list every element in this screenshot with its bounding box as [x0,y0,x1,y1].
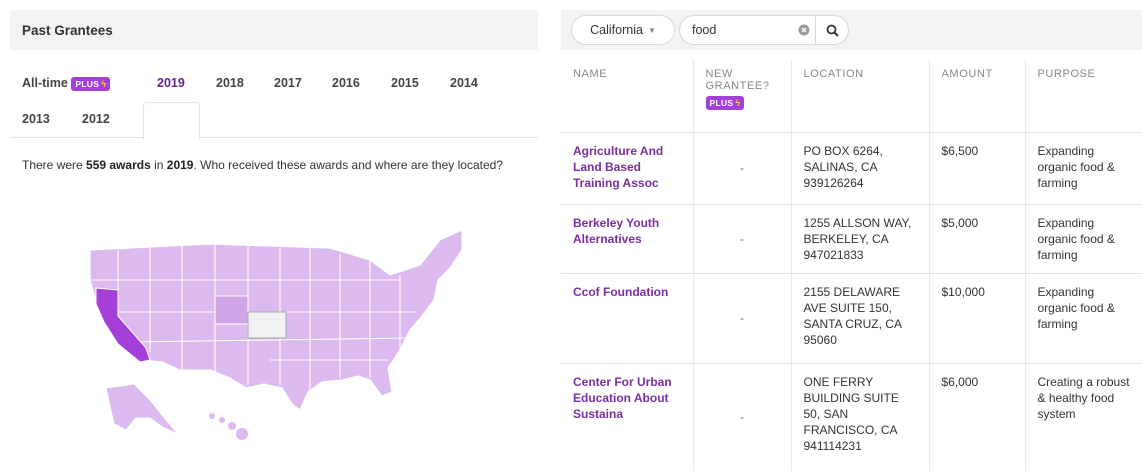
location-cell: 2155 DELAWARE AVE SUITE 150, SANTA CRUZ,… [791,272,930,363]
active-tab-indicator [143,102,200,140]
location-cell: ONE FERRY BUILDING SUITE 50, SAN FRANCIS… [791,362,930,471]
magnifier-icon [826,24,839,37]
purpose-cell: Creating a robust & healthy food system [1025,362,1142,471]
location-cell: 1255 ALLSON WAY, BERKELEY, CA 947021833 [791,203,930,273]
state-dropdown-label: California [590,23,643,37]
column-header-location[interactable]: LOCATION [791,60,930,132]
lightning-icon: ϟ [101,78,107,89]
new-grantee-cell: - [693,203,792,273]
plus-badge-label: PLUS [75,78,100,89]
table-header-row: NAME NEW GRANTEE? PLUS ϟ LOCATION AMOUNT … [561,60,1142,132]
grantee-results-panel: California ▼ NAME NEW [561,10,1142,474]
state-dropdown[interactable]: California ▼ [571,15,675,45]
grantee-name-link[interactable]: Agriculture And Land Based Training Asso… [561,131,694,204]
plus-badge: PLUS ϟ [705,96,745,110]
new-grantee-cell: - [693,131,792,204]
state-colorado[interactable] [214,295,249,325]
table-row: Agriculture And Land Based Training Asso… [561,131,1142,204]
grantee-name-link[interactable]: Berkeley Youth Alternatives [561,203,694,273]
purpose-cell: Expanding organic food & farming [1025,203,1142,273]
column-header-amount[interactable]: AMOUNT [929,60,1026,132]
grantee-name-link[interactable]: Center For Urban Education About Sustain… [561,362,694,471]
tab-2014[interactable]: 2014 [450,76,478,90]
search-button[interactable] [815,16,849,44]
past-grantees-panel: Past Grantees All-time PLUS ϟ 2019 2018 2… [10,10,538,470]
new-grantee-cell: - [693,272,792,363]
summary-mid: in [150,158,167,172]
tab-2017[interactable]: 2017 [274,76,302,90]
table-row: Ccof Foundation - 2155 DELAWARE AVE SUIT… [561,272,1142,363]
tab-all-time[interactable]: All-time PLUS ϟ [22,76,111,91]
state-hawaii[interactable] [209,413,248,440]
grantees-table: NAME NEW GRANTEE? PLUS ϟ LOCATION AMOUNT … [561,60,1142,471]
tab-2018[interactable]: 2018 [216,76,244,90]
amount-cell: $6,000 [929,362,1026,471]
location-cell: PO BOX 6264, SALINAS, CA 939126264 [791,131,930,204]
awards-count: 559 awards [86,158,151,172]
plus-badge: PLUS ϟ [71,76,111,91]
column-header-name[interactable]: NAME [561,60,694,132]
summary-prefix: There were [22,158,87,172]
tab-2019[interactable]: 2019 [157,76,185,90]
filter-toolbar: California ▼ [561,10,1142,50]
state-kansas[interactable] [247,311,287,339]
tab-2012[interactable]: 2012 [82,112,110,126]
table-row: Berkeley Youth Alternatives - 1255 ALLSO… [561,203,1142,273]
header-new-line2: GRANTEE? [705,80,770,92]
us-choropleth-map[interactable] [70,220,490,455]
new-grantee-cell: - [693,362,792,471]
summary-suffix: . Who received these awards and where ar… [193,158,503,172]
amount-cell: $5,000 [929,203,1026,273]
amount-cell: $6,500 [929,131,1026,204]
tab-2013[interactable]: 2013 [22,112,50,126]
year-tabs: All-time PLUS ϟ 2019 2018 2017 2016 2015 … [10,50,538,140]
header-new-line1: NEW [705,68,733,80]
awards-year: 2019 [166,158,194,172]
clear-circle-icon[interactable] [798,24,810,36]
column-header-new-grantee[interactable]: NEW GRANTEE? PLUS ϟ [693,60,792,132]
column-header-purpose[interactable]: PURPOSE [1025,60,1142,132]
search-box [679,15,849,45]
search-input[interactable] [692,23,802,37]
table-row: Center For Urban Education About Sustain… [561,362,1142,471]
tab-2015[interactable]: 2015 [391,76,419,90]
awards-summary: There were 559 awards in 2019. Who recei… [22,158,503,172]
lightning-icon: ϟ [735,98,741,108]
grantee-name-link[interactable]: Ccof Foundation [561,272,694,363]
purpose-cell: Expanding organic food & farming [1025,272,1142,363]
plus-badge-label: PLUS [709,98,734,108]
panel-title: Past Grantees [10,10,538,50]
tab-2016[interactable]: 2016 [332,76,360,90]
state-alaska[interactable] [105,383,179,435]
tab-all-time-label: All-time [22,76,68,90]
chevron-down-icon: ▼ [647,25,656,35]
amount-cell: $10,000 [929,272,1026,363]
purpose-cell: Expanding organic food & farming [1025,131,1142,204]
